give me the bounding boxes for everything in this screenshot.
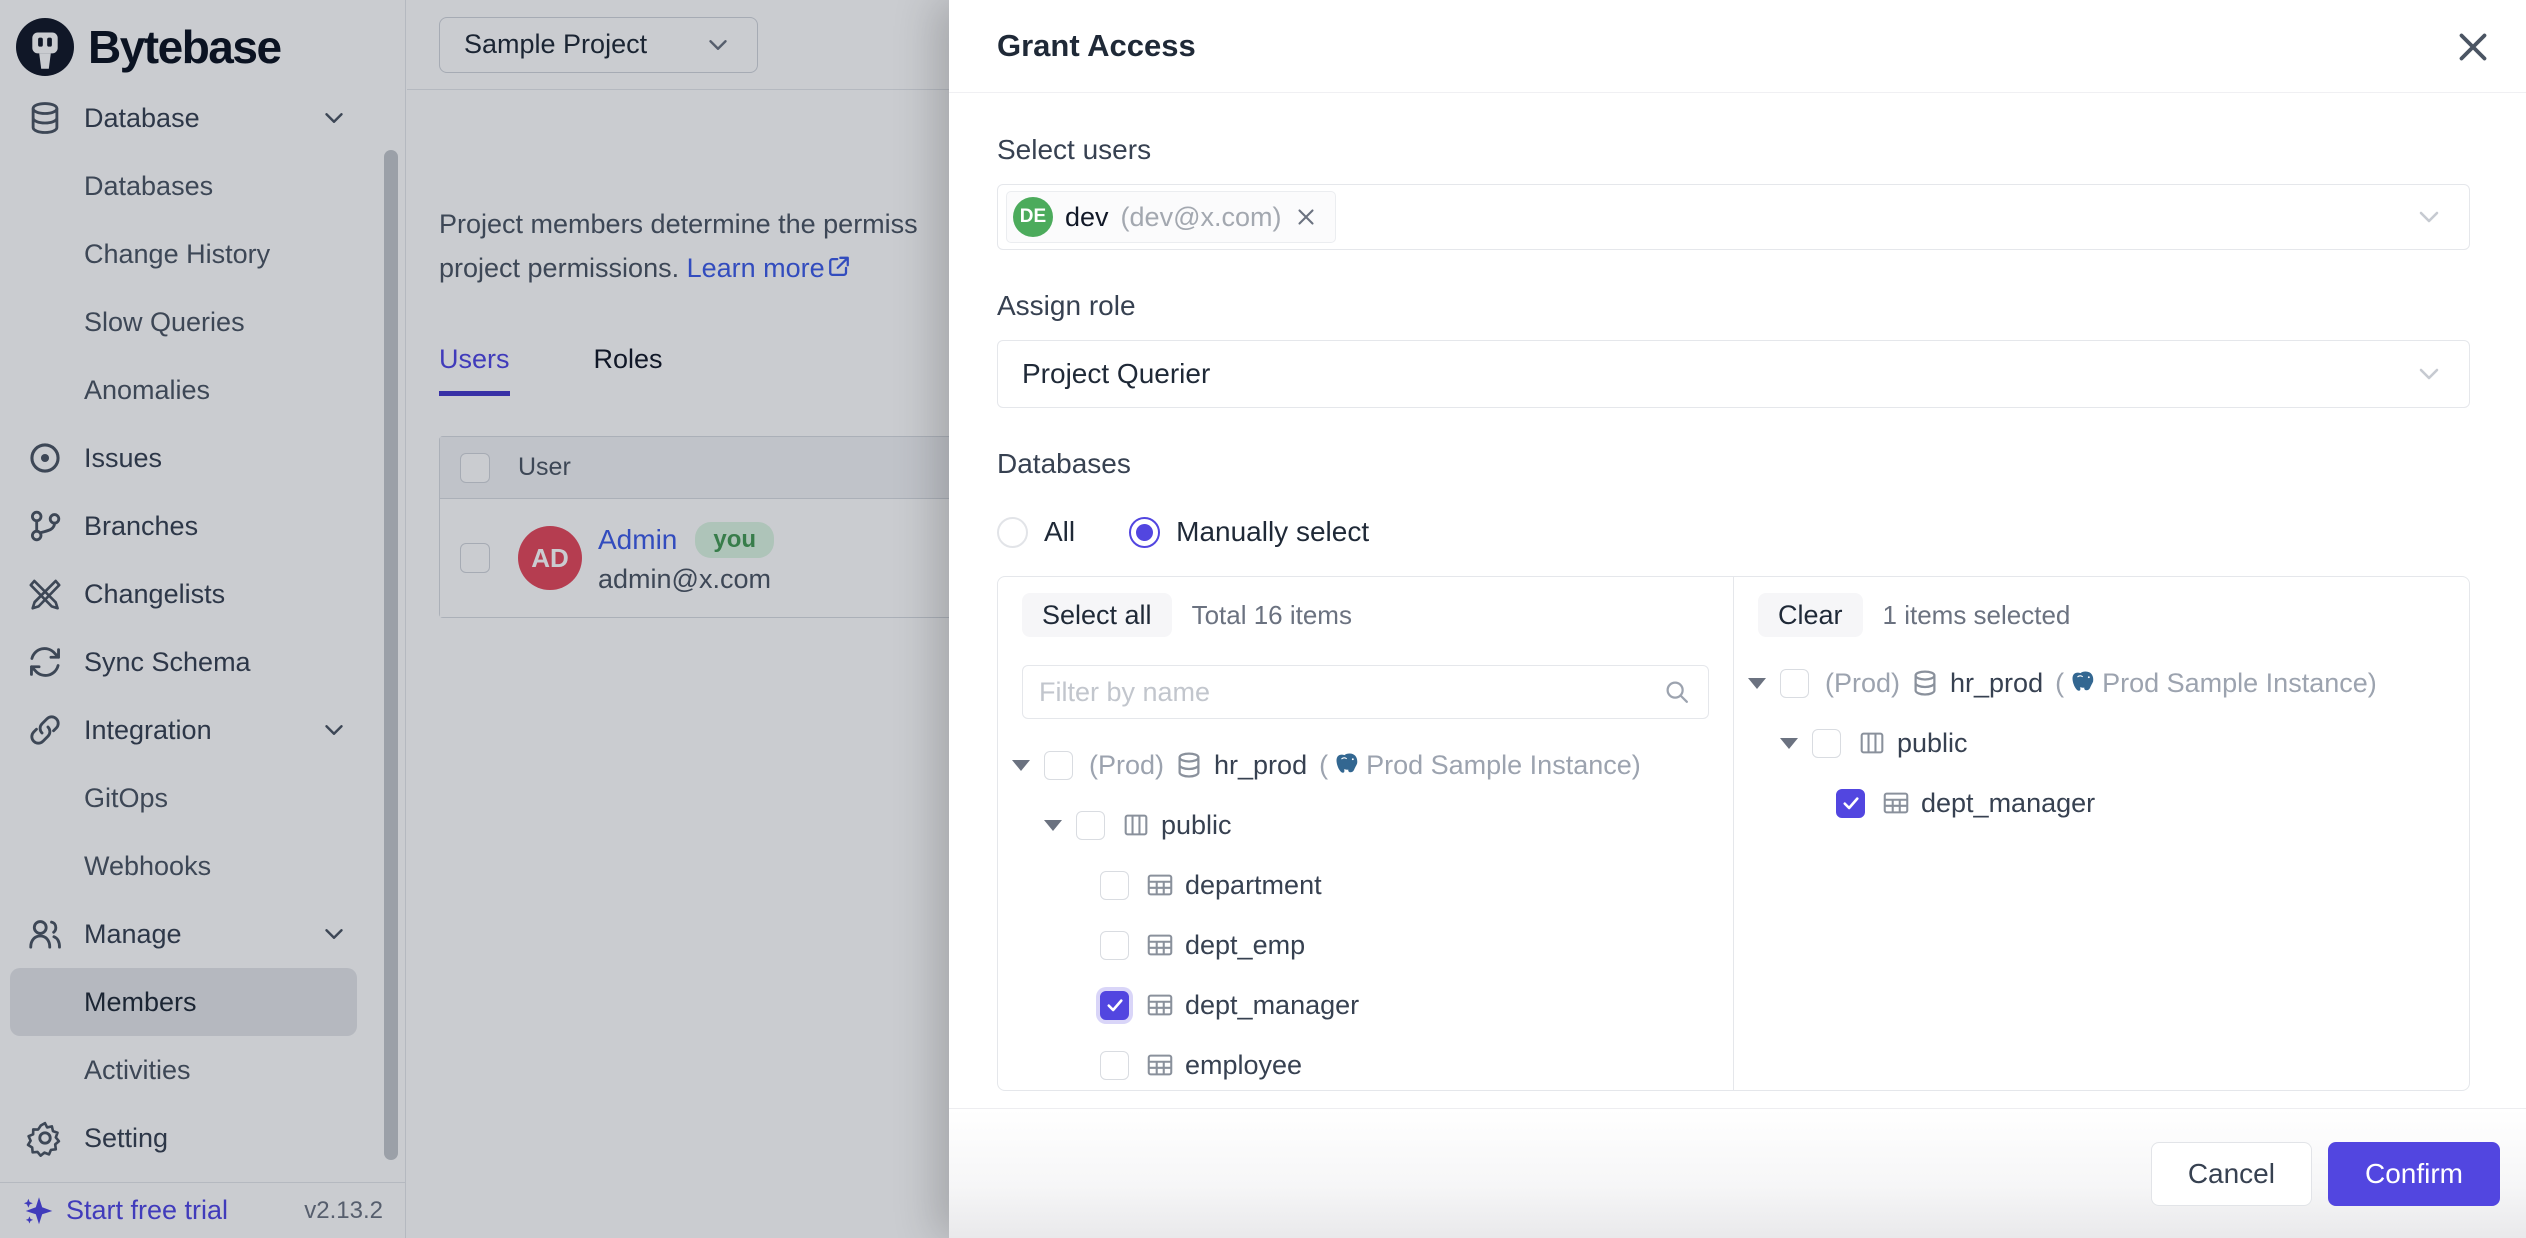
tree-checkbox[interactable]	[1780, 669, 1809, 698]
chip-user-name: dev	[1065, 202, 1109, 233]
postgresql-icon	[1332, 750, 1362, 780]
check-icon	[1841, 793, 1861, 813]
schema-icon	[1121, 810, 1151, 840]
filter-input[interactable]	[1039, 677, 1662, 708]
check-icon	[1105, 995, 1125, 1015]
database-icon	[1910, 668, 1940, 698]
drawer-footer: Cancel Confirm	[949, 1108, 2526, 1238]
database-scope-radios: All Manually select	[997, 516, 2470, 548]
source-tree: (Prod) hr_prod ( Prod Sample Instance) p…	[998, 735, 1733, 1091]
app-root: Bytebase Database Databases Change Histo…	[0, 0, 2526, 1238]
users-multiselect[interactable]: DE dev (dev@x.com)	[997, 184, 2470, 250]
caret-icon[interactable]	[1780, 738, 1798, 749]
database-icon	[1174, 750, 1204, 780]
tree-item-schema[interactable]: public	[998, 795, 1733, 855]
postgresql-icon	[2068, 668, 2098, 698]
remove-user-icon[interactable]	[1293, 204, 1319, 230]
selected-user-chip: DE dev (dev@x.com)	[1006, 191, 1336, 243]
assign-role-label: Assign role	[997, 290, 2470, 322]
tree-checkbox[interactable]	[1076, 811, 1105, 840]
role-select[interactable]: Project Querier	[997, 340, 2470, 408]
search-icon	[1662, 677, 1692, 707]
transfer-source-panel: Select all Total 16 items (Prod)	[998, 577, 1734, 1090]
tree-checkbox[interactable]	[1100, 931, 1129, 960]
tree-item-table[interactable]: dept_emp	[998, 915, 1733, 975]
select-all-button[interactable]: Select all	[1022, 593, 1172, 637]
table-icon	[1145, 1050, 1175, 1080]
chevron-down-icon	[2413, 201, 2445, 233]
radio-all[interactable]: All	[997, 516, 1075, 548]
select-users-label: Select users	[997, 134, 2470, 166]
close-icon[interactable]	[2450, 24, 2496, 70]
table-icon	[1145, 930, 1175, 960]
tree-item-schema[interactable]: public	[1734, 713, 2469, 773]
tree-checkbox-checked[interactable]	[1836, 789, 1865, 818]
selected-items-label: 1 items selected	[1883, 600, 2071, 631]
clear-button[interactable]: Clear	[1758, 593, 1863, 637]
radio-circle-checked[interactable]	[1129, 517, 1160, 548]
schema-icon	[1857, 728, 1887, 758]
tree-item-table[interactable]: department	[998, 855, 1733, 915]
transfer-selected-panel: Clear 1 items selected (Prod) hr_prod (	[1734, 577, 2469, 1090]
database-transfer-panel: Select all Total 16 items (Prod)	[997, 576, 2470, 1091]
caret-icon[interactable]	[1044, 820, 1062, 831]
table-icon	[1881, 788, 1911, 818]
tree-checkbox-checked[interactable]	[1100, 991, 1129, 1020]
drawer-title: Grant Access	[997, 28, 1196, 64]
drawer-body: Select users DE dev (dev@x.com) Assign r…	[949, 94, 2526, 1238]
tree-item-database[interactable]: (Prod) hr_prod ( Prod Sample Instance)	[998, 735, 1733, 795]
tree-checkbox[interactable]	[1100, 1051, 1129, 1080]
avatar: DE	[1013, 197, 1053, 237]
radio-manually-select[interactable]: Manually select	[1129, 516, 1369, 548]
tree-item-table[interactable]: employee	[998, 1035, 1733, 1091]
table-icon	[1145, 870, 1175, 900]
tree-checkbox[interactable]	[1100, 871, 1129, 900]
chip-user-email: (dev@x.com)	[1121, 202, 1282, 233]
caret-icon[interactable]	[1012, 760, 1030, 771]
drawer-header: Grant Access	[949, 0, 2526, 93]
tree-item-table-selected[interactable]: dept_manager	[998, 975, 1733, 1035]
total-items-label: Total 16 items	[1192, 600, 1352, 631]
table-icon	[1145, 990, 1175, 1020]
confirm-button[interactable]: Confirm	[2328, 1142, 2500, 1206]
caret-icon[interactable]	[1748, 678, 1766, 689]
tree-checkbox[interactable]	[1044, 751, 1073, 780]
grant-access-drawer: Grant Access Select users DE dev (dev@x.…	[949, 0, 2526, 1238]
radio-circle[interactable]	[997, 517, 1028, 548]
tree-item-table-selected[interactable]: dept_manager	[1734, 773, 2469, 833]
cancel-button[interactable]: Cancel	[2151, 1142, 2312, 1206]
selected-tree: (Prod) hr_prod ( Prod Sample Instance) p…	[1734, 653, 2469, 833]
databases-label: Databases	[997, 448, 2470, 480]
tree-checkbox[interactable]	[1812, 729, 1841, 758]
role-value: Project Querier	[1022, 358, 1210, 390]
tree-item-database[interactable]: (Prod) hr_prod ( Prod Sample Instance)	[1734, 653, 2469, 713]
filter-input-wrap	[1022, 665, 1709, 719]
chevron-down-icon	[2413, 358, 2445, 390]
